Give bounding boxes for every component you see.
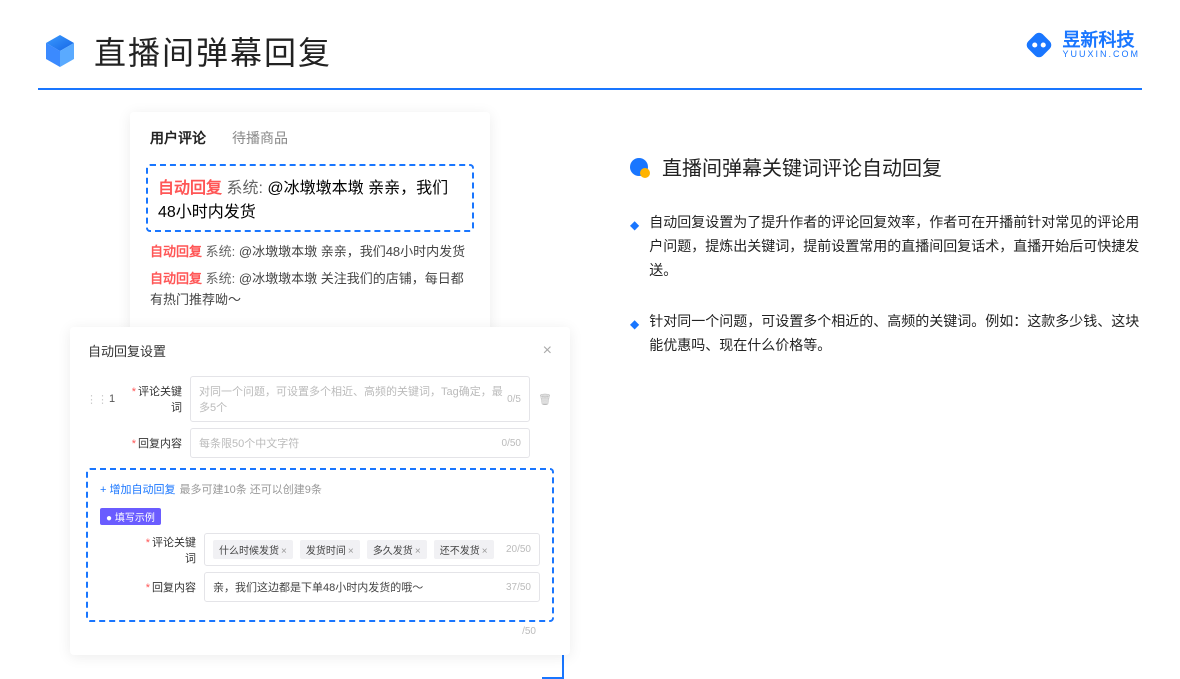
page-title: 直播间弹幕回复 [94, 28, 332, 74]
tab-user-comments[interactable]: 用户评论 [150, 128, 206, 148]
row-index: 1 [100, 393, 124, 405]
keyword-input[interactable]: 对同一个问题，可设置多个相近、高频的关键词，Tag确定，最多5个 0/5 [190, 376, 530, 422]
brand-name: 昱新科技 [1062, 31, 1140, 49]
keyword-label: 评论关键词 [138, 386, 182, 414]
footer-count: /50 [522, 626, 536, 637]
settings-card: 自动回复设置 × ⋮⋮ 1 *评论关键词 对同一个问题，可设置多个相近、高频的关… [70, 327, 570, 655]
ex-content-label: 回复内容 [152, 582, 196, 594]
close-icon[interactable]: × [543, 342, 552, 360]
settings-title: 自动回复设置 [88, 341, 166, 360]
brand-en: YUUXIN.COM [1062, 49, 1140, 59]
bullet-point: ◆ 针对同一个问题，可设置多个相近的、高频的关键词。例如：这款多少钱、这块能优惠… [630, 310, 1140, 358]
trash-icon[interactable]: 🗑 [536, 393, 554, 406]
brand-logo-block: 昱新科技 YUUXIN.COM [1022, 28, 1140, 62]
keyword-tag[interactable]: 发货时间× [300, 540, 360, 559]
keyword-tag[interactable]: 还不发货× [434, 540, 494, 559]
tab-pending-goods[interactable]: 待播商品 [232, 128, 288, 148]
system-label: 系统: [226, 180, 262, 197]
add-auto-reply-link[interactable]: + 增加自动回复最多可建10条 还可以创建9条 [100, 484, 322, 496]
highlighted-reply: 自动回复 系统: @冰墩墩本墩 亲亲，我们48小时内发货 [146, 164, 474, 232]
bubble-icon [630, 158, 652, 176]
keyword-tag[interactable]: 多久发货× [367, 540, 427, 559]
reply-line: 自动回复 系统: @冰墩墩本墩 关注我们的店铺，每日都有热门推荐呦～ [150, 269, 470, 311]
section-title: 直播间弹幕关键词评论自动回复 [662, 152, 942, 181]
drag-icon[interactable]: ⋮⋮ [86, 393, 100, 406]
brand-diamond-icon [1022, 28, 1056, 62]
diamond-icon: ◆ [630, 215, 639, 282]
ex-keyword-label: 评论关键词 [152, 537, 196, 565]
example-badge: ● 填写示例 [100, 508, 161, 525]
diamond-icon: ◆ [630, 314, 639, 358]
bullet-point: ◆ 自动回复设置为了提升作者的评论回复效率，作者可在开播前针对常见的评论用户问题… [630, 211, 1140, 282]
reply-line: 自动回复 系统: @冰墩墩本墩 亲亲，我们48小时内发货 [150, 242, 470, 263]
content-label: 回复内容 [138, 438, 182, 450]
cube-icon [40, 31, 80, 71]
content-input[interactable]: 每条限50个中文字符 0/50 [190, 428, 530, 458]
keyword-tag[interactable]: 什么时候发货× [213, 540, 293, 559]
ex-content-input[interactable]: 亲，我们这边都是下单48小时内发货的哦～ 37/50 [204, 572, 540, 602]
example-block: + 增加自动回复最多可建10条 还可以创建9条 ● 填写示例 *评论关键词 什么… [86, 468, 554, 622]
ex-keyword-input[interactable]: 什么时候发货× 发货时间× 多久发货× 还不发货× 20/50 [204, 533, 540, 566]
auto-reply-tag: 自动回复 [158, 180, 222, 197]
